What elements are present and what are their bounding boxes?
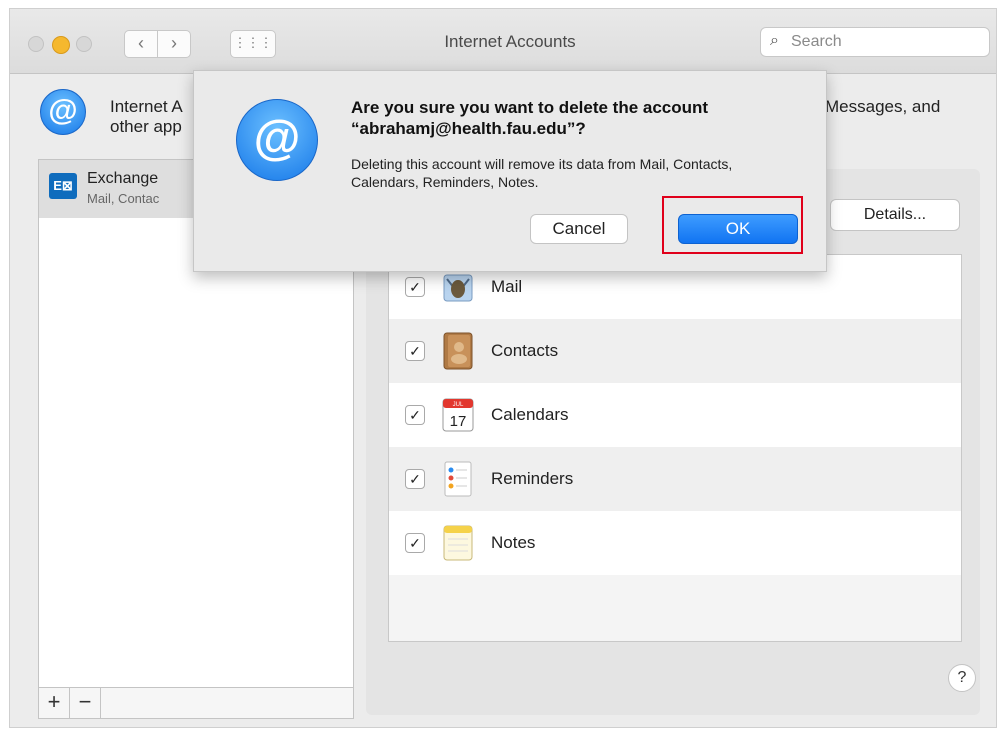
zoom-window-button[interactable] <box>76 36 92 52</box>
service-row-notes: ✓ Notes <box>389 511 961 575</box>
back-button[interactable]: ‹ <box>124 30 158 58</box>
ok-button-highlight <box>662 196 803 254</box>
service-label: Reminders <box>491 469 574 488</box>
service-label: Contacts <box>491 341 559 360</box>
exchange-icon: E⊠ <box>49 173 77 199</box>
mail-icon <box>443 274 473 302</box>
sidebar-footer: + − <box>39 687 353 718</box>
details-button[interactable]: Details... <box>830 199 960 231</box>
window-title: Internet Accounts <box>444 32 576 51</box>
minimize-window-button[interactable] <box>52 36 70 54</box>
service-label: Calendars <box>491 405 569 424</box>
reminders-icon <box>444 461 472 497</box>
account-services: Mail, Contac <box>87 191 160 206</box>
notes-checkbox[interactable]: ✓ <box>405 533 425 553</box>
header-text-end: Messages, and <box>825 97 941 116</box>
help-button[interactable]: ? <box>948 664 976 692</box>
calendars-checkbox[interactable]: ✓ <box>405 405 425 425</box>
title-bar: ‹ › ⋮⋮⋮ Internet Accounts ⌕ Search <box>10 9 996 74</box>
cancel-button[interactable]: Cancel <box>530 214 628 244</box>
dialog-title: Are you sure you want to delete the acco… <box>351 98 709 138</box>
notes-icon <box>443 525 473 561</box>
mail-checkbox[interactable]: ✓ <box>405 277 425 297</box>
forward-button[interactable]: › <box>157 30 191 58</box>
services-list: ✓ Mail ✓ Contacts ✓ JUL 17 Calendars ✓ R… <box>388 254 962 642</box>
search-placeholder: Search <box>791 33 842 50</box>
calendar-icon: JUL 17 <box>442 398 474 432</box>
add-account-button[interactable]: + <box>39 688 70 718</box>
at-icon: @ <box>236 99 318 181</box>
calendar-day: 17 <box>450 413 467 430</box>
at-icon: @ <box>40 89 86 135</box>
calendar-month: JUL <box>453 402 464 408</box>
service-row-calendars: ✓ JUL 17 Calendars <box>389 383 961 447</box>
reminders-checkbox[interactable]: ✓ <box>405 469 425 489</box>
close-window-button[interactable] <box>28 36 44 52</box>
dialog-message: Deleting this account will remove its da… <box>351 156 733 190</box>
service-row-contacts: ✓ Contacts <box>389 319 961 383</box>
search-field[interactable]: ⌕ Search <box>760 27 990 57</box>
account-name: Exchange <box>87 170 159 187</box>
service-row-reminders: ✓ Reminders <box>389 447 961 511</box>
show-all-grid-button[interactable]: ⋮⋮⋮ <box>230 30 276 58</box>
service-label: Notes <box>491 533 536 552</box>
search-icon: ⌕ <box>770 32 779 49</box>
contacts-checkbox[interactable]: ✓ <box>405 341 425 361</box>
service-label: Mail <box>491 277 523 296</box>
contacts-icon <box>443 332 473 370</box>
remove-account-button[interactable]: − <box>70 688 101 718</box>
